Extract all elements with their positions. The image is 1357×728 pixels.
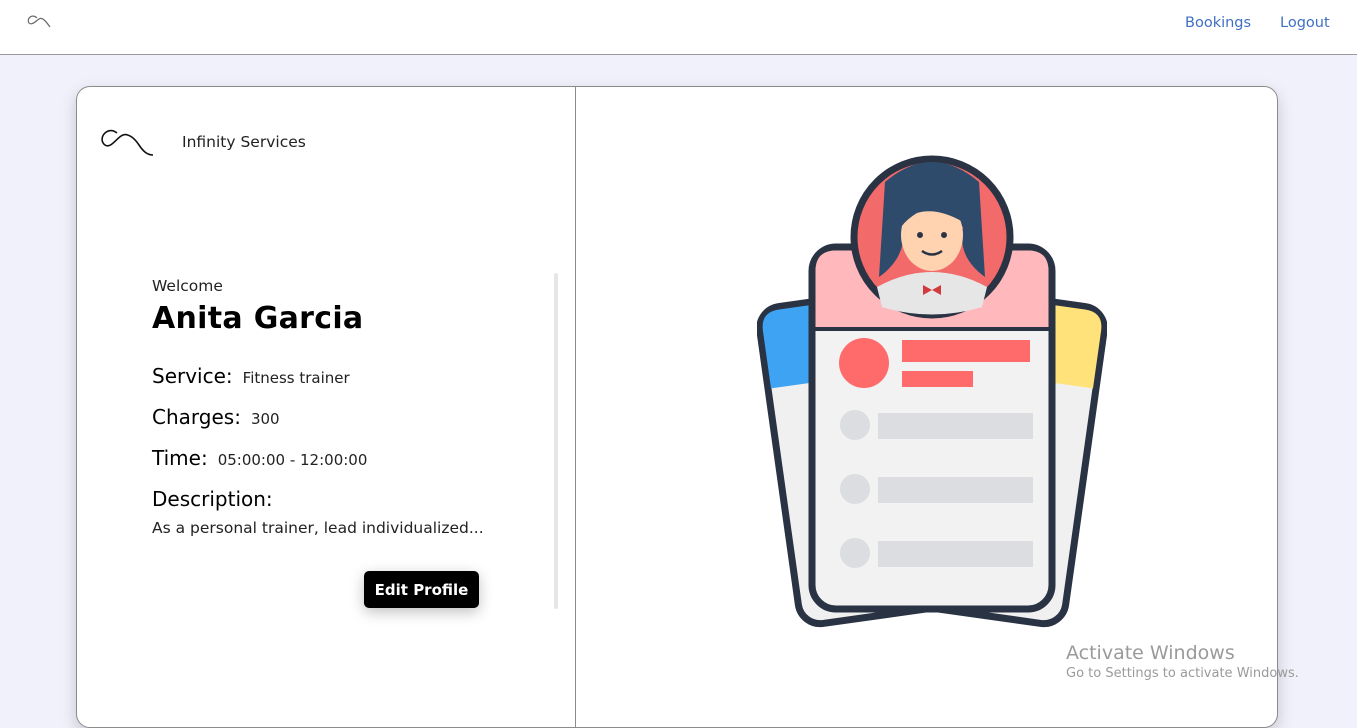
charges-row: Charges: 300 (152, 405, 280, 429)
welcome-text: Welcome (152, 277, 223, 295)
service-label: Service: (152, 364, 233, 388)
watermark-title: Activate Windows (1066, 642, 1235, 664)
time-row: Time: 05:00:00 - 12:00:00 (152, 446, 367, 470)
details-scrollbar[interactable] (554, 273, 558, 609)
watermark-subtitle: Go to Settings to activate Windows. (1066, 666, 1299, 681)
nav-bookings-link[interactable]: Bookings (1185, 15, 1251, 31)
charges-label: Charges: (152, 405, 241, 429)
service-value: Fitness trainer (242, 369, 350, 387)
profile-card: Infinity Services Welcome Anita Garcia S… (76, 86, 1278, 728)
infinity-wave-icon (101, 129, 154, 156)
edit-profile-button[interactable]: Edit Profile (364, 571, 479, 608)
card-divider (575, 87, 576, 727)
profile-name: Anita Garcia (152, 301, 364, 336)
service-row: Service: Fitness trainer (152, 364, 350, 388)
description-value: As a personal trainer, lead individualiz… (152, 519, 484, 537)
brand-name: Infinity Services (182, 133, 306, 151)
activate-windows-watermark: Activate Windows Go to Settings to activ… (1066, 642, 1299, 681)
top-navbar: Bookings Logout (0, 0, 1357, 55)
description-label: Description: (152, 487, 273, 511)
profile-cards-illustration (757, 155, 1107, 628)
charges-value: 300 (250, 410, 280, 428)
nav-logout-link[interactable]: Logout (1280, 15, 1330, 31)
time-value: 05:00:00 - 12:00:00 (217, 451, 368, 469)
time-label: Time: (152, 446, 208, 470)
infinity-wave-icon[interactable] (26, 14, 52, 30)
